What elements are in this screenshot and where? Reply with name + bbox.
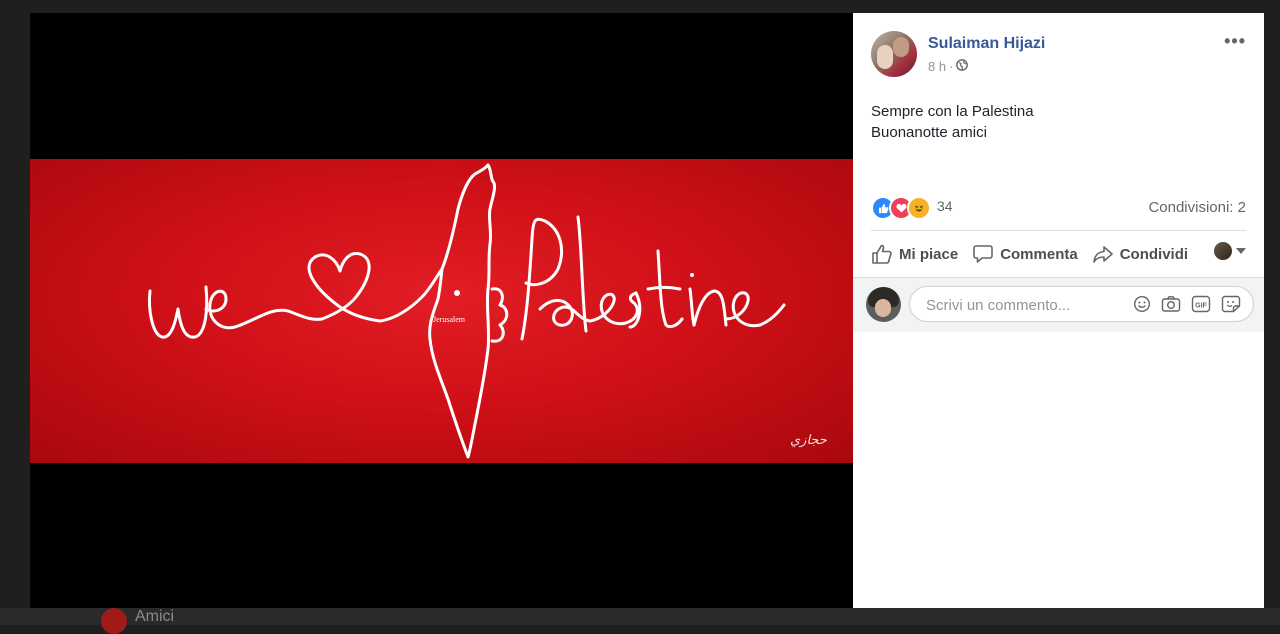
post-text: Sempre con la Palestina Buonanotte amici (871, 101, 1241, 143)
author-name[interactable]: Sulaiman Hijazi (928, 35, 1045, 53)
reactions-summary: 34 Condivisioni: 2 (871, 193, 1246, 221)
share-arrow-icon (1092, 246, 1113, 263)
post-actions: Mi piace Commenta Condividi (871, 238, 1246, 270)
meta-separator: · (949, 59, 954, 74)
more-options-button[interactable]: ••• (1224, 31, 1246, 52)
friends-icon (101, 607, 127, 634)
jerusalem-label: Jerusalem (433, 315, 465, 324)
share-button[interactable]: Condividi (1092, 243, 1188, 265)
comment-tools: GIF (1133, 295, 1241, 313)
reaction-icons[interactable] (871, 196, 931, 220)
mini-avatar (1214, 242, 1232, 260)
artist-signature: ﺣﺠﺎﺯﻱ (790, 433, 827, 448)
commenter-avatar (866, 287, 901, 322)
author-avatar[interactable] (871, 31, 917, 77)
sticker-icon[interactable] (1221, 295, 1241, 313)
thumbs-up-icon (872, 244, 892, 264)
like-button-label: Mi piace (899, 245, 959, 263)
smiley-icon[interactable] (1133, 295, 1151, 313)
chevron-down-icon (1236, 248, 1246, 254)
camera-icon[interactable] (1161, 295, 1181, 313)
haha-reaction-icon (907, 196, 931, 220)
svg-text:GIF: GIF (1195, 302, 1207, 309)
comment-button-label: Commenta (1000, 245, 1078, 263)
photo-viewer[interactable]: Jerusalem ﺣﺠﺎﺯﻱ (30, 13, 853, 608)
comment-input[interactable] (924, 287, 1118, 323)
divider (871, 230, 1246, 231)
like-button[interactable]: Mi piace (871, 243, 958, 265)
background-friends-label: Amici (135, 607, 175, 625)
post-photo[interactable]: Jerusalem ﺣﺠﺎﺯﻱ (30, 159, 853, 463)
post-header: Sulaiman Hijazi 8 h · ••• (871, 31, 1246, 79)
post-text-line: Sempre con la Palestina (871, 103, 1034, 120)
comment-bubble-icon (973, 245, 993, 263)
post-text-line: Buonanotte amici (871, 124, 987, 141)
post-meta: 8 h · (928, 59, 969, 74)
background-friends-link: Amici (101, 607, 175, 634)
background-strip (0, 608, 1280, 625)
reaction-count[interactable]: 34 (937, 198, 953, 214)
gif-icon[interactable]: GIF (1191, 295, 1211, 313)
share-button-label: Condividi (1119, 245, 1189, 263)
post-time[interactable]: 8 h (928, 59, 946, 74)
comment-button[interactable]: Commenta (972, 243, 1078, 265)
comment-input-box[interactable]: GIF (909, 286, 1254, 323)
post-as-selector[interactable] (1214, 242, 1246, 260)
globe-icon[interactable] (956, 59, 969, 74)
post-side-panel: Sulaiman Hijazi 8 h · ••• Sempre con la … (853, 13, 1264, 608)
we-love-palestine-artwork (148, 163, 786, 459)
comment-composer: GIF (853, 277, 1264, 332)
shares-count[interactable]: Condivisioni: 2 (1148, 199, 1246, 216)
